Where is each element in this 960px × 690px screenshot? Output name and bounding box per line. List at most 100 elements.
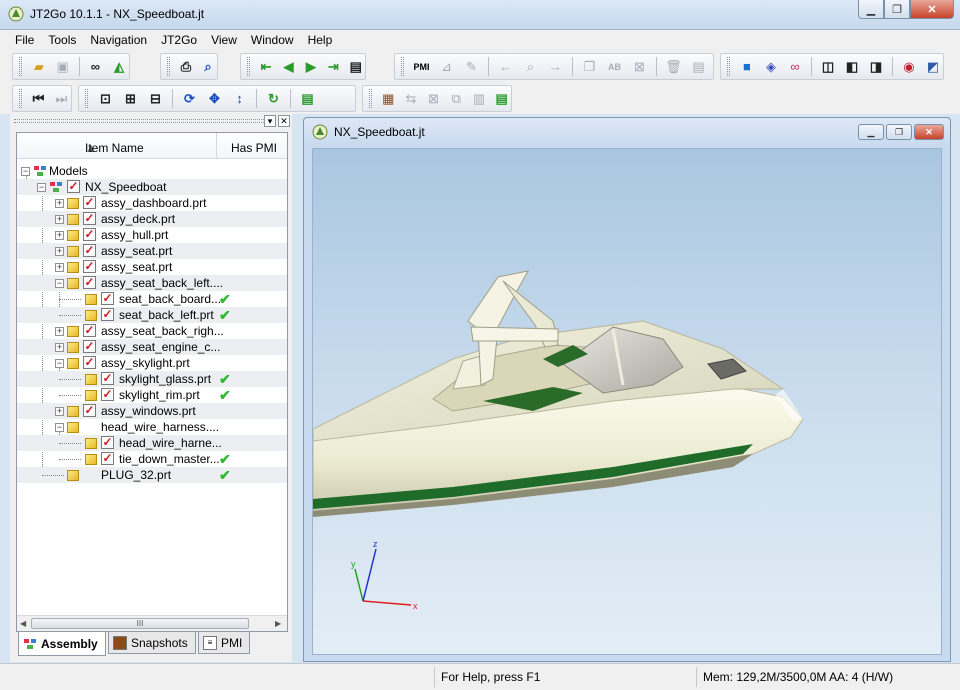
jt2go-icon[interactable]: ◭: [109, 56, 129, 77]
viewer-close-button[interactable]: ✕: [914, 124, 944, 140]
tree-row[interactable]: + ✓ assy_seat.prt: [17, 243, 287, 259]
shaded-cube-icon[interactable]: ■: [737, 56, 757, 77]
expand-icon[interactable]: +: [55, 343, 64, 352]
snapshot-properties-icon[interactable]: ▤: [492, 88, 511, 109]
expand-icon[interactable]: +: [55, 199, 64, 208]
viewer-minimize-button[interactable]: ▁: [858, 124, 884, 140]
tree-row[interactable]: ✓ seat_back_left.prt ✔: [17, 307, 287, 323]
visibility-checkbox[interactable]: ✓: [101, 308, 114, 321]
zoom-window-icon[interactable]: ⊟: [145, 88, 166, 109]
collapse-icon[interactable]: −: [37, 183, 46, 192]
open-folder-icon[interactable]: ▰: [29, 56, 49, 77]
menu-view[interactable]: View: [204, 33, 244, 47]
visibility-checkbox[interactable]: ✓: [101, 388, 114, 401]
copy-icon[interactable]: ❐: [579, 56, 600, 77]
expand-icon[interactable]: +: [55, 327, 64, 336]
expand-icon[interactable]: +: [55, 231, 64, 240]
view-side-icon[interactable]: ◧: [842, 56, 862, 77]
panel-grip[interactable]: [14, 119, 264, 123]
tree-row[interactable]: + ✓ assy_seat_back_righ...: [17, 323, 287, 339]
visibility-checkbox[interactable]: ✓: [83, 340, 96, 353]
collapse-icon[interactable]: −: [21, 167, 30, 176]
maximize-button[interactable]: ❐: [884, 0, 910, 19]
menu-help[interactable]: Help: [301, 33, 340, 47]
save-icon[interactable]: ▣: [53, 56, 73, 77]
snapshot-update-icon[interactable]: ⧉: [447, 88, 466, 109]
horizontal-scrollbar[interactable]: ◀ III ▶: [17, 615, 287, 631]
visibility-checkbox[interactable]: ✓: [101, 452, 114, 465]
visibility-checkbox[interactable]: ✓: [83, 244, 96, 257]
tree-row[interactable]: + ✓ assy_dashboard.prt: [17, 195, 287, 211]
viewer-maximize-button[interactable]: ❐: [886, 124, 912, 140]
back-icon[interactable]: ←: [495, 56, 516, 77]
visibility-checkbox[interactable]: ✓: [101, 372, 114, 385]
tree-row[interactable]: − ✓ assy_seat_back_left....: [17, 275, 287, 291]
panel-dropdown-icon[interactable]: ▾: [264, 115, 276, 127]
pan-icon[interactable]: ✥: [204, 88, 225, 109]
scroll-left-icon[interactable]: ◀: [20, 619, 26, 628]
column-has-pmi[interactable]: Has PMI: [231, 141, 277, 155]
toolbar-grip[interactable]: [85, 89, 88, 108]
snapshot-add-icon[interactable]: ⇆: [402, 88, 421, 109]
forward-icon[interactable]: →: [545, 56, 566, 77]
tree-row[interactable]: + ✓ assy_seat_engine_c...: [17, 339, 287, 355]
panel-close-icon[interactable]: ✕: [278, 115, 290, 127]
visibility-checkbox[interactable]: ✓: [83, 228, 96, 241]
tree-row[interactable]: + ✓ assy_deck.prt: [17, 211, 287, 227]
toolbar-grip[interactable]: [167, 57, 170, 76]
first-icon[interactable]: ⇤: [257, 56, 275, 77]
tree-row-models[interactable]: − Models: [17, 163, 287, 179]
expand-icon[interactable]: +: [55, 215, 64, 224]
step-forward-icon[interactable]: ⏭: [52, 88, 71, 109]
tree-row[interactable]: ✓ tie_down_master... ✔: [17, 451, 287, 467]
pmi-icon[interactable]: PMI: [411, 56, 432, 77]
scroll-right-icon[interactable]: ▶: [275, 619, 281, 628]
zoom-icon[interactable]: ↕: [229, 88, 250, 109]
visibility-checkbox[interactable]: ✓: [83, 196, 96, 209]
expand-icon[interactable]: +: [55, 247, 64, 256]
tree-row[interactable]: − ✓ assy_skylight.prt: [17, 355, 287, 371]
notes-icon[interactable]: ▤: [688, 56, 709, 77]
zoom-page-icon[interactable]: ⌕: [520, 56, 541, 77]
visibility-checkbox[interactable]: ✓: [83, 324, 96, 337]
toolbar-grip[interactable]: [369, 89, 372, 108]
collapse-icon[interactable]: −: [55, 279, 64, 288]
tree-row[interactable]: − head_wire_harness....: [17, 419, 287, 435]
expand-icon[interactable]: +: [55, 407, 64, 416]
toolbar-grip[interactable]: [247, 57, 250, 76]
menu-jt2go[interactable]: JT2Go: [154, 33, 204, 47]
column-item-name[interactable]: ▲ Item Name: [17, 133, 217, 159]
text-icon[interactable]: AB: [604, 56, 625, 77]
menu-file[interactable]: File: [8, 33, 41, 47]
tree-row[interactable]: PLUG_32.prt ✔: [17, 467, 287, 483]
explode-icon[interactable]: ◩: [923, 56, 943, 77]
menu-navigation[interactable]: Navigation: [83, 33, 154, 47]
visibility-checkbox[interactable]: ✓: [83, 404, 96, 417]
visibility-checkbox[interactable]: ✓: [83, 276, 96, 289]
print-icon[interactable]: ⎙: [177, 56, 195, 77]
properties-icon[interactable]: ▤: [297, 88, 318, 109]
snapshot-delete-icon[interactable]: ⊠: [424, 88, 443, 109]
visibility-checkbox[interactable]: ✓: [83, 260, 96, 273]
scrollbar-thumb[interactable]: III: [31, 618, 249, 629]
export-icon[interactable]: ▤: [347, 56, 365, 77]
last-icon[interactable]: ⇥: [324, 56, 342, 77]
view-front-icon[interactable]: ◫: [818, 56, 838, 77]
minimize-button[interactable]: ▁: [858, 0, 884, 19]
link-cube-icon[interactable]: ∞: [785, 56, 805, 77]
visibility-checkbox[interactable]: ✓: [83, 356, 96, 369]
collapse-icon[interactable]: −: [55, 423, 64, 432]
reset-view-icon[interactable]: ↻: [263, 88, 284, 109]
tab-snapshots[interactable]: Snapshots: [108, 632, 196, 654]
tree-row[interactable]: ✓ skylight_glass.prt ✔: [17, 371, 287, 387]
tree-row[interactable]: ✓ skylight_rim.prt ✔: [17, 387, 287, 403]
menu-window[interactable]: Window: [244, 33, 301, 47]
rewind-icon[interactable]: ⏮: [29, 88, 48, 109]
toolbar-grip[interactable]: [19, 57, 22, 76]
collapse-icon[interactable]: −: [55, 359, 64, 368]
tree-row[interactable]: + ✓ assy_windows.prt: [17, 403, 287, 419]
tree-row[interactable]: + ✓ assy_seat.prt: [17, 259, 287, 275]
3d-viewport[interactable]: x y z: [312, 148, 942, 655]
filmstrip-icon[interactable]: ▦: [379, 88, 398, 109]
tree-row[interactable]: ✓ seat_back_board... ✔: [17, 291, 287, 307]
